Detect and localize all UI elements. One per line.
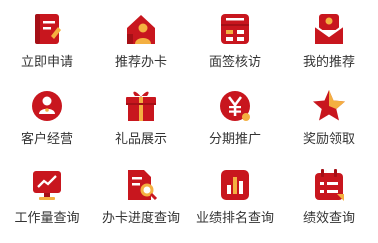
menu-item-label: 我的推荐 [302, 55, 355, 70]
menu-item-label: 礼品展示 [114, 132, 167, 147]
menu-item-label: 业绩排名查询 [195, 211, 274, 226]
menu-item-label: 客户经营 [20, 132, 73, 147]
interview-verify-icon [217, 12, 253, 46]
menu-item-interview-verify[interactable]: 面签核访 [188, 12, 282, 72]
menu-item-label: 分期推广 [208, 132, 261, 147]
menu-item-label: 办卡进度查询 [101, 211, 180, 226]
menu-item-reward[interactable]: 奖励领取 [282, 89, 376, 149]
menu-item-workload[interactable]: 工作量查询 [0, 168, 94, 243]
menu-item-label: 推荐办卡 [114, 55, 167, 70]
menu-item-apply[interactable]: 立即申请 [0, 12, 94, 72]
menu-item-label: 工作量查询 [14, 211, 80, 226]
menu-item-my-recommend[interactable]: 我的推荐 [282, 12, 376, 72]
menu-item-recommend-card[interactable]: 推荐办卡 [94, 12, 188, 72]
menu-item-card-progress[interactable]: 办卡进度查询 [94, 168, 188, 228]
menu-item-kpi[interactable]: 绩效查询 [282, 168, 376, 228]
menu-item-label: 面签核访 [208, 55, 261, 70]
reward-star-icon [311, 89, 347, 123]
kpi-calendar-icon [311, 168, 347, 202]
menu-item-customer-manage[interactable]: 客户经营 [0, 89, 94, 149]
menu-item-label: 立即申请 [20, 55, 73, 70]
menu-item-label: 奖励领取 [302, 132, 355, 147]
performance-rank-icon [217, 168, 253, 202]
card-progress-icon [123, 168, 159, 202]
recommend-card-icon [123, 12, 159, 46]
installment-yen-icon [217, 89, 253, 123]
customer-manage-icon [29, 89, 65, 123]
menu-item-label: 绩效查询 [302, 211, 355, 226]
gift-icon [123, 89, 159, 123]
feature-grid: 立即申请 推荐办卡 面签核访 我的推荐 客户经营 礼品展示 分期推广 奖励领取 … [0, 0, 378, 243]
menu-item-installment[interactable]: 分期推广 [188, 89, 282, 149]
menu-item-gift[interactable]: 礼品展示 [94, 89, 188, 149]
apply-document-icon [29, 12, 65, 46]
workload-chart-icon [29, 168, 65, 202]
my-recommend-icon [311, 12, 347, 46]
menu-item-performance-rank[interactable]: 业绩排名查询 [188, 168, 282, 228]
